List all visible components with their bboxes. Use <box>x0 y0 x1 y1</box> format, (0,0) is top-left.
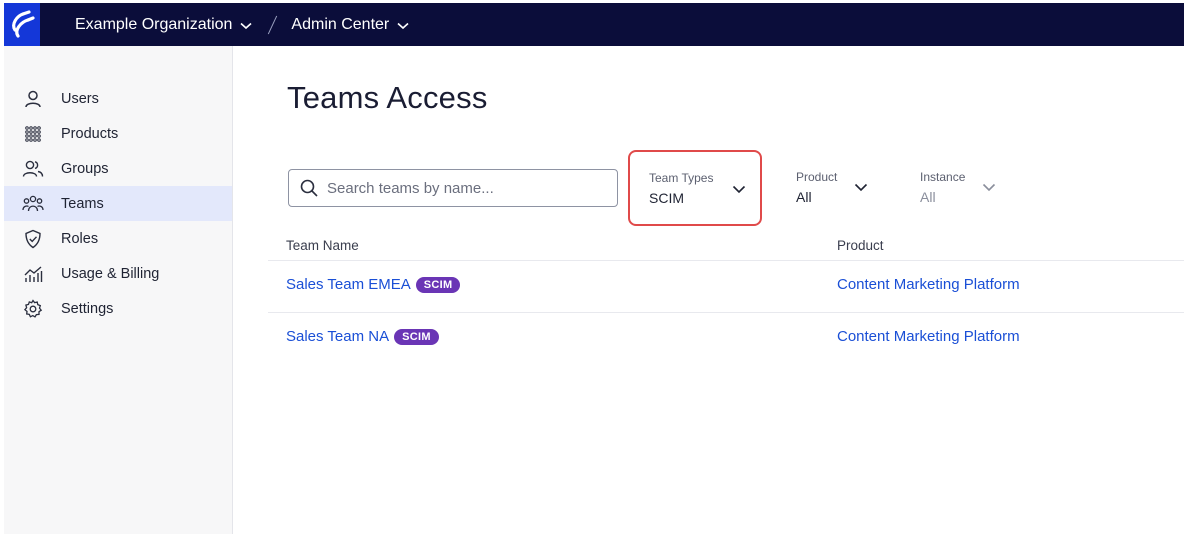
sidebar-item-products[interactable]: Products <box>4 116 232 151</box>
team-name-link[interactable]: Sales Team EMEA SCIM <box>286 276 461 293</box>
section-name: Admin Center <box>291 15 390 33</box>
sidebar-item-roles[interactable]: Roles <box>4 221 232 256</box>
team-name: Sales Team NA <box>286 328 390 345</box>
search-input[interactable] <box>327 179 607 197</box>
team-icon <box>22 193 44 215</box>
table-divider <box>268 260 1184 261</box>
chevron-down-icon <box>397 22 409 29</box>
search-icon <box>300 179 318 197</box>
sidebar-item-teams[interactable]: Teams <box>4 186 232 221</box>
sidebar-item-label: Users <box>61 90 99 107</box>
organization-switcher[interactable]: Example Organization <box>75 16 252 34</box>
gear-icon <box>22 298 44 320</box>
chevron-down-icon <box>982 183 996 192</box>
team-name: Sales Team EMEA <box>286 276 411 293</box>
sidebar-item-label: Usage & Billing <box>61 265 160 282</box>
sidebar-item-label: Settings <box>61 300 114 317</box>
group-icon <box>22 158 44 180</box>
chevron-down-icon <box>732 185 746 194</box>
filter-value: SCIM <box>649 190 684 206</box>
sidebar: Users Products Groups Teams Roles Usage … <box>4 46 233 534</box>
sidebar-item-settings[interactable]: Settings <box>4 291 232 326</box>
product-link[interactable]: Content Marketing Platform <box>837 328 1020 345</box>
shield-check-icon <box>22 228 44 250</box>
chart-icon <box>22 263 44 285</box>
filter-label: Instance <box>920 170 966 184</box>
breadcrumb-separator <box>268 15 278 35</box>
sidebar-item-label: Teams <box>61 195 104 212</box>
table-divider <box>268 312 1184 313</box>
team-types-filter[interactable]: Team Types SCIM <box>628 150 762 226</box>
sidebar-item-label: Products <box>61 125 119 142</box>
page-title: Teams Access <box>287 80 488 115</box>
filter-label: Product <box>796 170 838 184</box>
sidebar-item-label: Groups <box>61 160 109 177</box>
product-filter[interactable]: Product All <box>796 168 876 208</box>
column-header-team-name[interactable]: Team Name <box>286 238 359 253</box>
logo-icon <box>12 9 35 38</box>
search-box[interactable] <box>288 169 618 207</box>
organization-name: Example Organization <box>75 15 233 33</box>
user-icon <box>22 88 44 110</box>
chevron-down-icon <box>854 183 868 192</box>
column-header-product[interactable]: Product <box>837 238 884 253</box>
grid-icon <box>22 123 44 145</box>
filter-label: Team Types <box>649 171 714 185</box>
app-logo[interactable] <box>4 3 40 46</box>
top-bar: Example Organization Admin Center <box>4 3 1184 46</box>
sidebar-item-groups[interactable]: Groups <box>4 151 232 186</box>
chevron-down-icon <box>240 22 252 29</box>
scim-badge: SCIM <box>394 328 439 345</box>
product-link[interactable]: Content Marketing Platform <box>837 276 1020 293</box>
team-name-link[interactable]: Sales Team NA SCIM <box>286 328 439 345</box>
sidebar-item-users[interactable]: Users <box>4 81 232 116</box>
instance-filter[interactable]: Instance All <box>920 168 1000 208</box>
scim-badge: SCIM <box>415 276 461 293</box>
sidebar-item-label: Roles <box>61 230 99 247</box>
section-switcher[interactable]: Admin Center <box>291 16 409 34</box>
filter-value: All <box>796 189 812 205</box>
sidebar-item-usage-billing[interactable]: Usage & Billing <box>4 256 232 291</box>
filter-value: All <box>920 189 936 205</box>
